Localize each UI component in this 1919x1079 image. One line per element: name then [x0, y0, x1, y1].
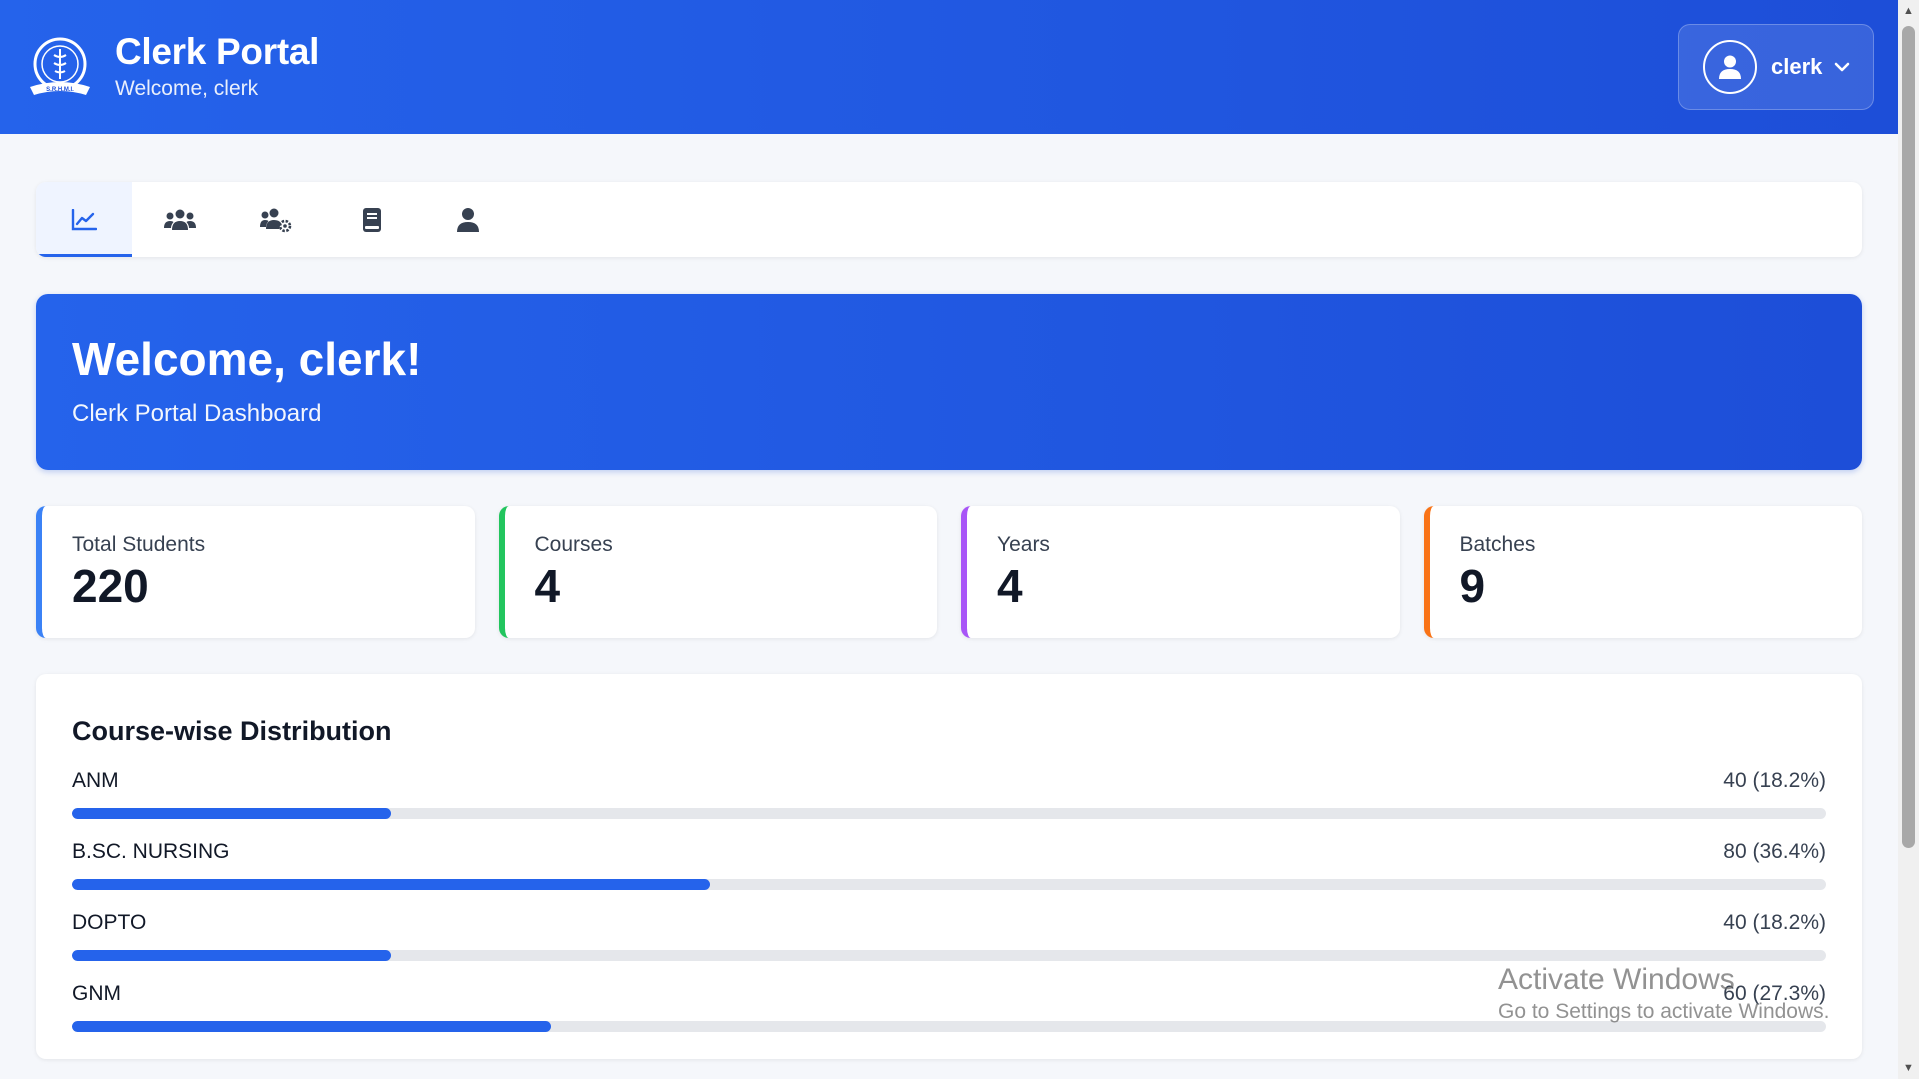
course-count: 60 (27.3%) [1723, 982, 1826, 1005]
chevron-down-icon [1834, 62, 1850, 72]
tab-manage-users[interactable] [228, 182, 324, 257]
top-header: S.R.H.M.I. Clerk Portal Welcome, clerk c… [0, 0, 1898, 134]
user-icon [457, 207, 479, 232]
course-name: GNM [72, 982, 121, 1005]
stat-card-batches: Batches 9 [1423, 506, 1862, 638]
logo: S.R.H.M.I. [23, 30, 97, 104]
course-count: 40 (18.2%) [1723, 769, 1826, 792]
tab-courses[interactable] [324, 182, 420, 257]
tab-profile[interactable] [420, 182, 516, 257]
stat-label: Batches [1459, 533, 1536, 556]
book-icon [363, 207, 381, 232]
stat-card-total-students: Total Students 220 [36, 506, 475, 638]
progress-track [72, 950, 1826, 961]
institute-seal-icon: S.R.H.M.I. [30, 37, 90, 95]
user-avatar-icon [1719, 55, 1741, 79]
stat-value: 9 [1459, 560, 1486, 612]
app-subtitle: Welcome, clerk [115, 77, 259, 100]
course-count: 80 (36.4%) [1723, 840, 1826, 863]
tab-students[interactable] [132, 182, 228, 257]
course-distribution-panel: Course-wise Distribution ANM 40 (18.2%) … [36, 674, 1862, 1059]
stat-value: 4 [534, 560, 561, 612]
brand: Clerk Portal Welcome, clerk [115, 31, 319, 103]
course-name: DOPTO [72, 911, 147, 934]
stats-row: Total Students 220 Courses 4 Years 4 Bat… [36, 506, 1862, 638]
course-name: ANM [72, 769, 119, 792]
distribution-row: ANM 40 (18.2%) [72, 768, 1826, 819]
distribution-row: DOPTO 40 (18.2%) [72, 910, 1826, 961]
users-cog-icon [260, 208, 292, 232]
banner-title: Welcome, clerk! [72, 333, 422, 385]
distribution-row: B.SC. NURSING 80 (36.4%) [72, 839, 1826, 890]
progress-fill [72, 950, 392, 961]
tab-dashboard[interactable] [36, 182, 132, 257]
scroll-down-arrow-icon[interactable]: ▼ [1898, 1059, 1919, 1077]
page-scrollbar[interactable]: ▲ ▼ [1898, 0, 1919, 1079]
progress-track [72, 1021, 1826, 1032]
stat-card-courses: Courses 4 [498, 506, 937, 638]
stat-value: 4 [997, 560, 1023, 612]
user-menu-button[interactable]: clerk [1678, 24, 1874, 110]
progress-fill [72, 1021, 551, 1032]
app-title: Clerk Portal [115, 31, 320, 72]
progress-fill [72, 879, 711, 890]
chart-line-icon [71, 208, 97, 230]
distribution-row: GNM 60 (27.3%) [72, 981, 1826, 1032]
progress-track [72, 808, 1826, 819]
stat-label: Total Students [72, 533, 206, 556]
users-icon [164, 209, 196, 230]
scroll-up-arrow-icon[interactable]: ▲ [1898, 2, 1919, 20]
stat-label: Years [997, 533, 1050, 556]
stat-value: 220 [72, 560, 149, 612]
welcome-banner: Welcome, clerk! Clerk Portal Dashboard [36, 294, 1862, 470]
scrollbar-thumb[interactable] [1902, 26, 1915, 848]
user-name: clerk [1771, 54, 1823, 79]
banner-subtitle: Clerk Portal Dashboard [72, 400, 322, 427]
panel-title: Course-wise Distribution [72, 716, 392, 746]
course-name: B.SC. NURSING [72, 840, 230, 863]
stat-card-years: Years 4 [961, 506, 1400, 638]
main-tabs [36, 182, 1862, 257]
progress-fill [72, 808, 392, 819]
progress-track [72, 879, 1826, 890]
stat-label: Courses [534, 533, 613, 556]
seal-text: S.R.H.M.I. [46, 87, 74, 93]
course-count: 40 (18.2%) [1723, 911, 1826, 934]
avatar [1703, 40, 1757, 94]
